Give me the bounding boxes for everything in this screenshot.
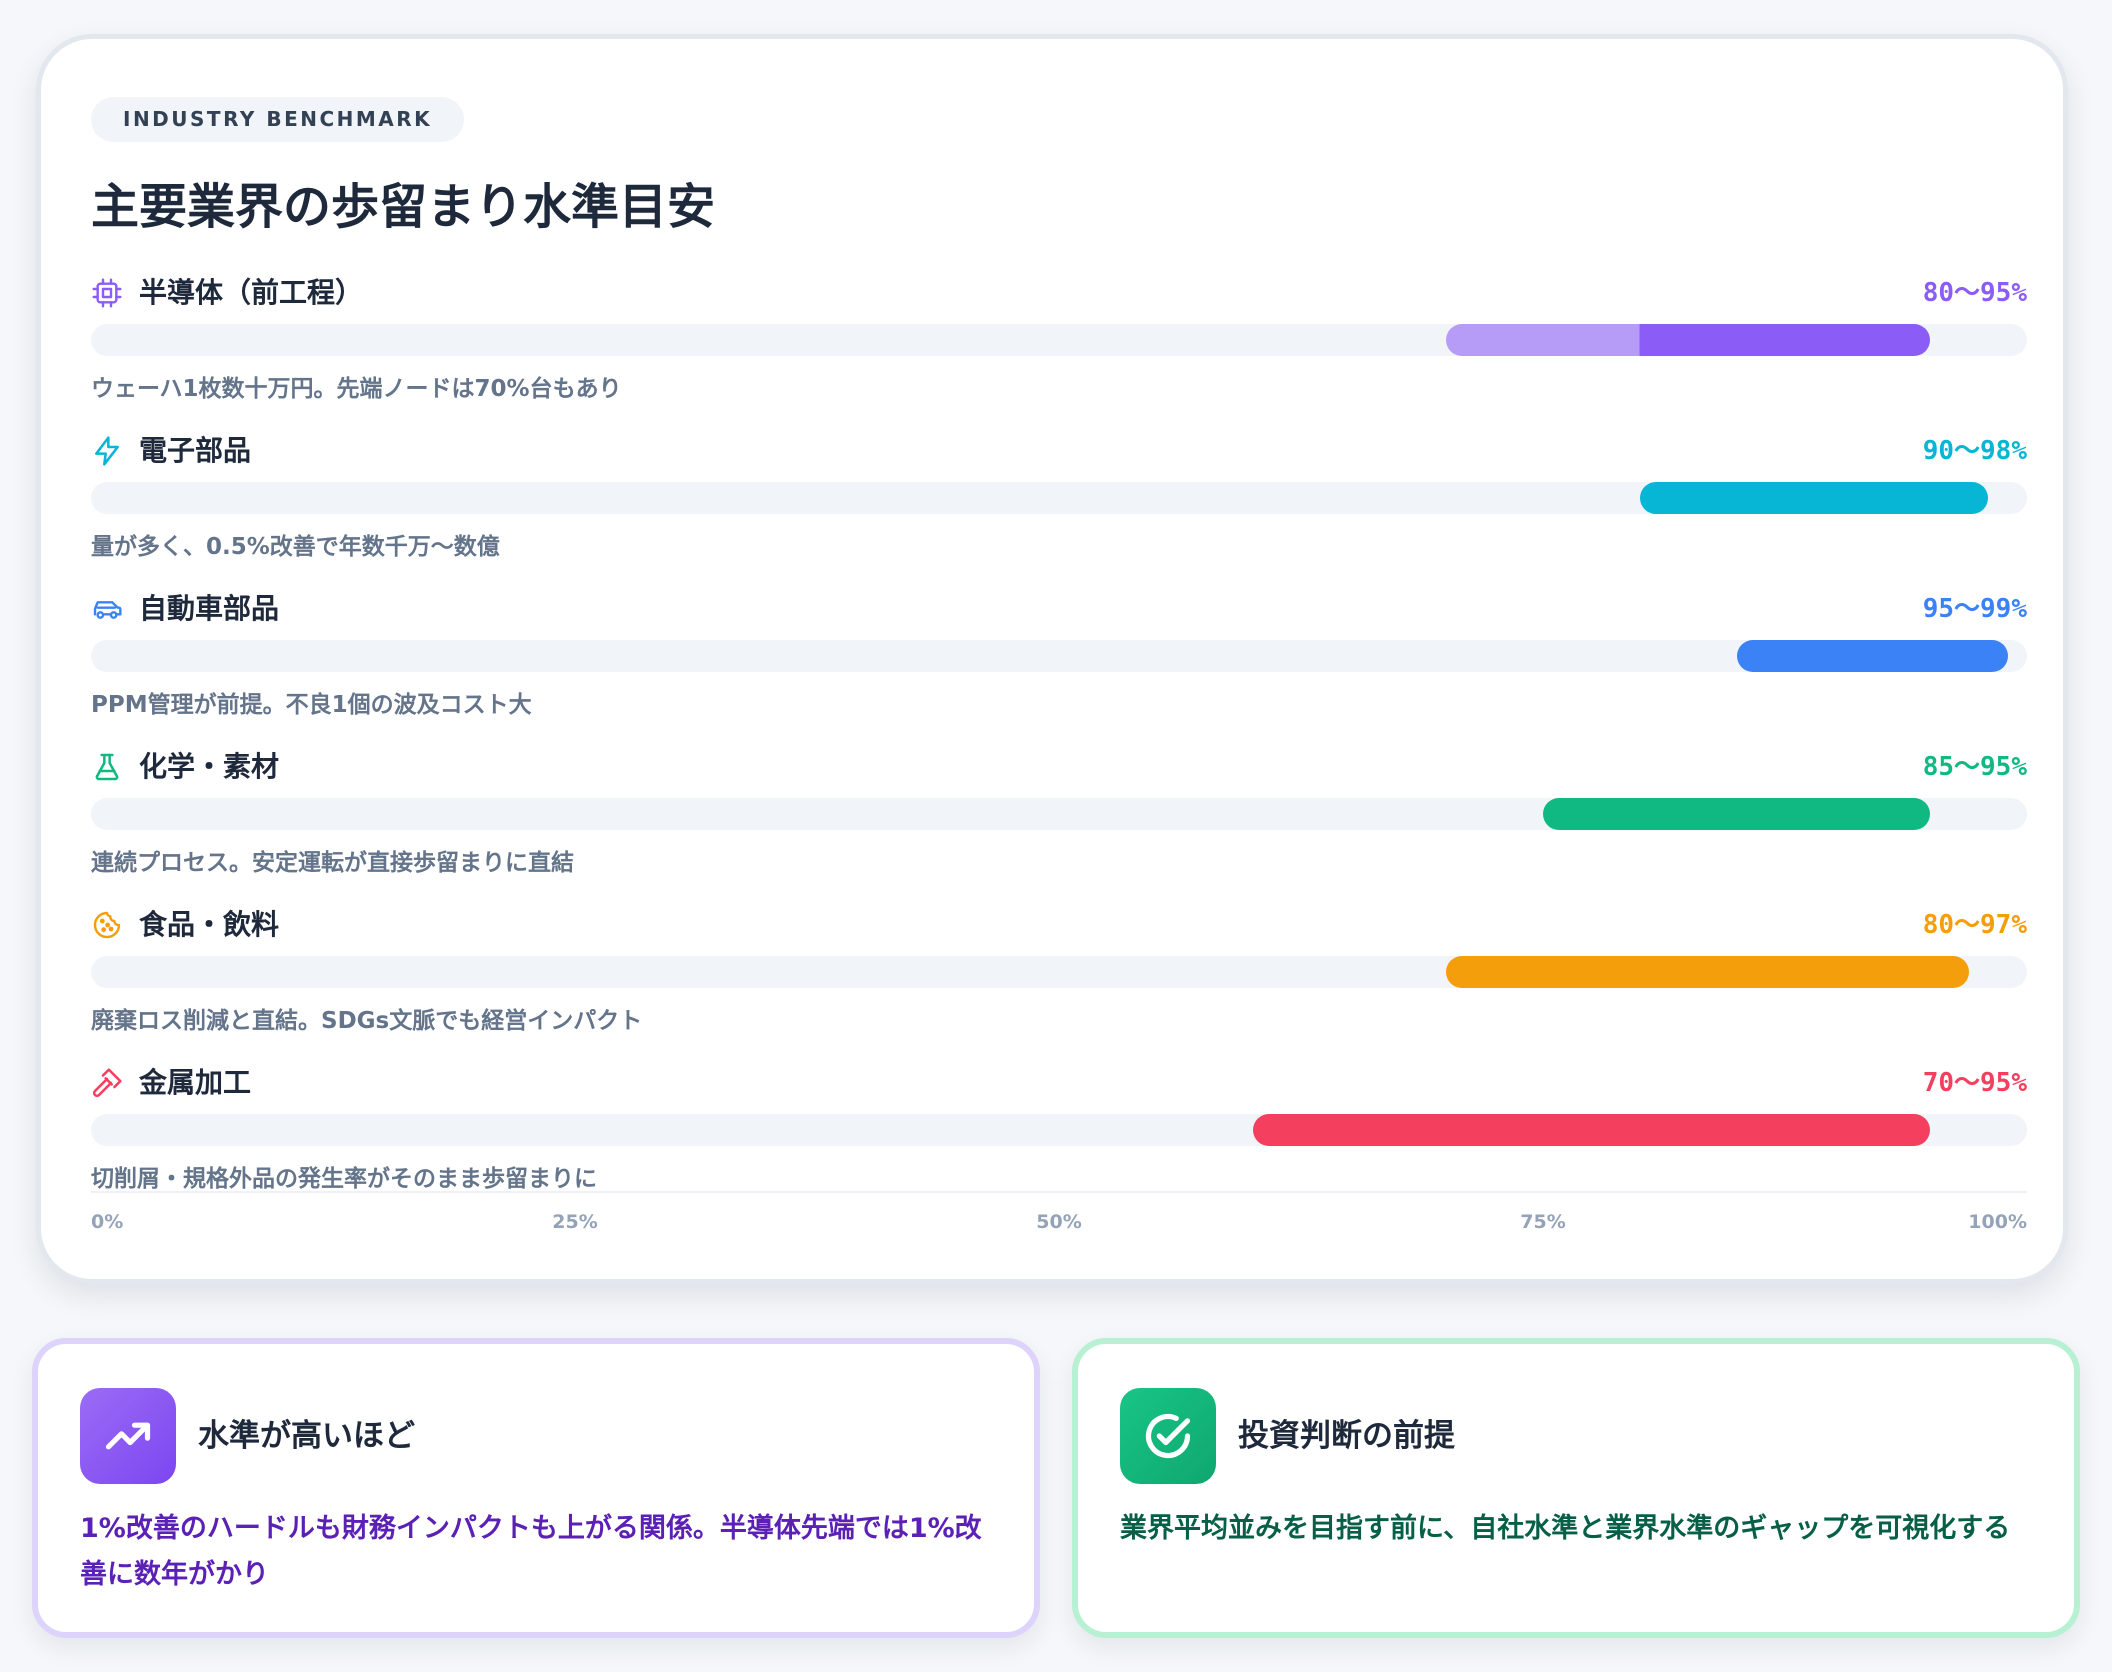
note-card-high-level: 水準が高いほど 1%改善のハードルも財務インパクトも上がる関係。半導体先端では1… [32, 1338, 1040, 1638]
check-circle-icon [1120, 1388, 1216, 1484]
industry-name: 化学・素材 [139, 750, 280, 783]
range-bar [1639, 482, 1989, 514]
industry-name: 半導体（前工程） [139, 276, 364, 309]
range-label: 90〜98% [1922, 436, 2027, 466]
range-label: 80〜95% [1922, 278, 2027, 308]
x-tick-label: 50% [1036, 1211, 1082, 1233]
range-label: 95〜99% [1922, 594, 2027, 624]
bar-track [91, 956, 2027, 988]
note-title: 投資判断の前提 [1238, 1418, 1455, 1454]
car-icon [91, 593, 123, 625]
range-bar [1252, 1114, 1931, 1146]
range-label: 85〜95% [1922, 752, 2027, 782]
lightning-icon [91, 435, 123, 467]
industry-name: 電子部品 [139, 434, 252, 467]
industry-description: ウェーハ1枚数十万円。先端ノードは70%台もあり [91, 376, 622, 402]
range-bar [1543, 798, 1931, 830]
category-badge: INDUSTRY BENCHMARK [91, 97, 465, 142]
range-bar [1736, 640, 2008, 672]
range-bar [1446, 956, 1969, 988]
benchmark-row: 金属加工 70〜95% 切削屑・規格外品の発生率がそのまま歩留まりに [91, 1064, 2027, 1204]
bar-track [91, 640, 2027, 672]
x-axis: 0% 25% 50% 75% 100% [91, 1211, 2027, 1241]
note-body: 業界平均並みを目指す前に、自社水準と業界水準のギャップを可視化する [1120, 1513, 2011, 1544]
benchmark-row: 半導体（前工程） 80〜95% ウェーハ1枚数十万円。先端ノードは70%台もあり [91, 274, 2027, 414]
axis-line [91, 1191, 2027, 1193]
x-tick-label: 0% [91, 1211, 124, 1233]
benchmark-row: 自動車部品 95〜99% PPM管理が前提。不良1個の波及コスト大 [91, 590, 2027, 730]
benchmark-row: 食品・飲料 80〜97% 廃棄ロス削減と直結。SDGs文脈でも経営インパクト [91, 906, 2027, 1046]
hammer-icon [91, 1067, 123, 1099]
bar-track [91, 798, 2027, 830]
note-card-investment: 投資判断の前提 業界平均並みを目指す前に、自社水準と業界水準のギャップを可視化す… [1072, 1338, 2080, 1638]
flask-icon [91, 751, 123, 783]
note-title: 水準が高いほど [198, 1418, 415, 1454]
benchmark-row: 化学・素材 85〜95% 連続プロセス。安定運転が直接歩留まりに直結 [91, 748, 2027, 888]
chip-icon [91, 277, 123, 309]
bar-track [91, 482, 2027, 514]
benchmark-row: 電子部品 90〜98% 量が多く、0.5%改善で年数千万〜数億 [91, 432, 2027, 572]
range-bar [1446, 324, 1931, 356]
range-label: 80〜97% [1922, 910, 2027, 940]
cookie-icon [91, 909, 123, 941]
x-tick-label: 100% [1968, 1211, 2027, 1233]
industry-name: 自動車部品 [139, 592, 280, 625]
bar-track [91, 1114, 2027, 1146]
page-title: 主要業界の歩留まり水準目安 [91, 179, 716, 235]
industry-name: 金属加工 [139, 1066, 252, 1099]
industry-description: 量が多く、0.5%改善で年数千万〜数億 [91, 534, 500, 560]
range-label: 70〜95% [1922, 1068, 2027, 1098]
industry-description: PPM管理が前提。不良1個の波及コスト大 [91, 692, 532, 718]
x-tick-label: 75% [1520, 1211, 1566, 1233]
benchmark-card: INDUSTRY BENCHMARK 主要業界の歩留まり水準目安 半導体（前工程… [36, 34, 2068, 1284]
industry-name: 食品・飲料 [139, 908, 280, 941]
bar-track [91, 324, 2027, 356]
industry-description: 廃棄ロス削減と直結。SDGs文脈でも経営インパクト [91, 1008, 643, 1034]
note-body: 1%改善のハードルも財務インパクトも上がる関係。半導体先端では1%改善に数年がか… [80, 1513, 982, 1590]
trend-up-icon [80, 1388, 176, 1484]
x-tick-label: 25% [552, 1211, 598, 1233]
industry-description: 連続プロセス。安定運転が直接歩留まりに直結 [91, 850, 574, 876]
